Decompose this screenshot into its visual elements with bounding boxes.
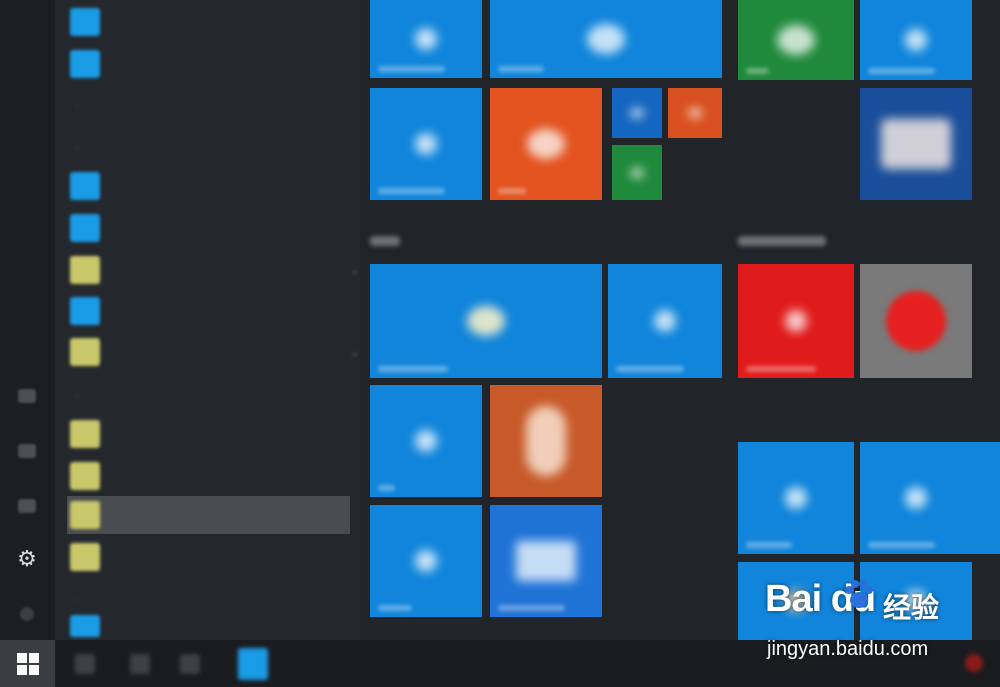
documents-icon[interactable] [14,440,40,462]
tile-photo[interactable] [490,385,602,497]
list-item[interactable] [70,415,345,453]
tile[interactable] [738,442,854,554]
tile[interactable] [370,88,482,200]
section-letter[interactable]: · [75,140,95,154]
app-icon [70,214,100,242]
tile-office[interactable] [490,88,602,200]
app-icon [70,8,100,36]
paw-icon [845,580,873,608]
tile[interactable] [370,0,482,78]
list-item-selected[interactable] [67,496,350,534]
list-item[interactable] [70,167,345,205]
section-letter[interactable]: · [75,388,95,402]
start-menu-rail: ⚙ [0,0,55,640]
folder-icon [70,420,100,448]
list-item[interactable] [70,209,345,247]
app-icon [70,50,100,78]
tile-small[interactable] [612,88,662,138]
user-icon[interactable] [14,385,40,407]
baidu-watermark: Bai du 经验 jingyan.baidu.com [765,578,995,668]
folder-icon [70,501,100,529]
tile[interactable] [370,505,482,617]
list-item[interactable] [70,538,345,576]
list-item[interactable] [70,45,345,83]
folder-icon [70,338,100,366]
tile[interactable] [860,442,972,554]
list-item[interactable] [70,3,345,41]
tile-small[interactable] [612,145,662,200]
start-button[interactable] [0,640,55,687]
power-icon[interactable] [14,603,40,625]
tile-red-app[interactable] [738,264,854,378]
app-icon [70,297,100,325]
tile[interactable] [860,0,972,80]
folder-icon [70,256,100,284]
watermark-cn-text: 经验 [883,592,940,623]
tile-red-logo-app[interactable] [860,264,972,378]
tile-xbox[interactable] [738,0,854,80]
watermark-url: jingyan.baidu.com [767,638,929,660]
tile[interactable] [608,264,722,378]
taskbar-app-icon[interactable] [238,648,268,680]
group-label[interactable] [738,236,826,246]
list-item[interactable] [70,612,345,640]
search-icon[interactable] [75,654,95,674]
chevron-down-icon[interactable]: ⌄ [350,345,360,359]
tile[interactable] [972,442,1000,554]
tile[interactable] [370,385,482,497]
tile-small[interactable] [668,88,722,138]
folder-icon [70,543,100,571]
list-item[interactable]: ⌄ [70,251,360,289]
list-item[interactable] [70,292,345,330]
chevron-down-icon[interactable]: ⌄ [350,263,360,277]
app-icon [70,172,100,200]
windows-logo-icon [16,652,39,675]
section-letter[interactable]: · [75,98,95,112]
tile-solitaire[interactable] [860,88,972,200]
taskbar-app-icon[interactable] [180,654,200,674]
app-list: · · ⌄ ⌄ · · [55,0,360,640]
tiles-area [360,0,1000,640]
section-letter[interactable]: · [75,592,95,606]
list-item[interactable] [70,457,345,495]
app-icon [70,615,100,637]
folder-icon [70,462,100,490]
task-view-icon[interactable] [130,654,150,674]
tile-wide[interactable] [490,0,722,78]
group-label[interactable] [370,236,400,246]
gear-icon[interactable]: ⚙ [14,546,40,571]
pictures-icon[interactable] [14,495,40,517]
list-item[interactable]: ⌄ [70,333,360,371]
tile[interactable] [490,505,602,617]
tile-mail[interactable] [370,264,602,378]
